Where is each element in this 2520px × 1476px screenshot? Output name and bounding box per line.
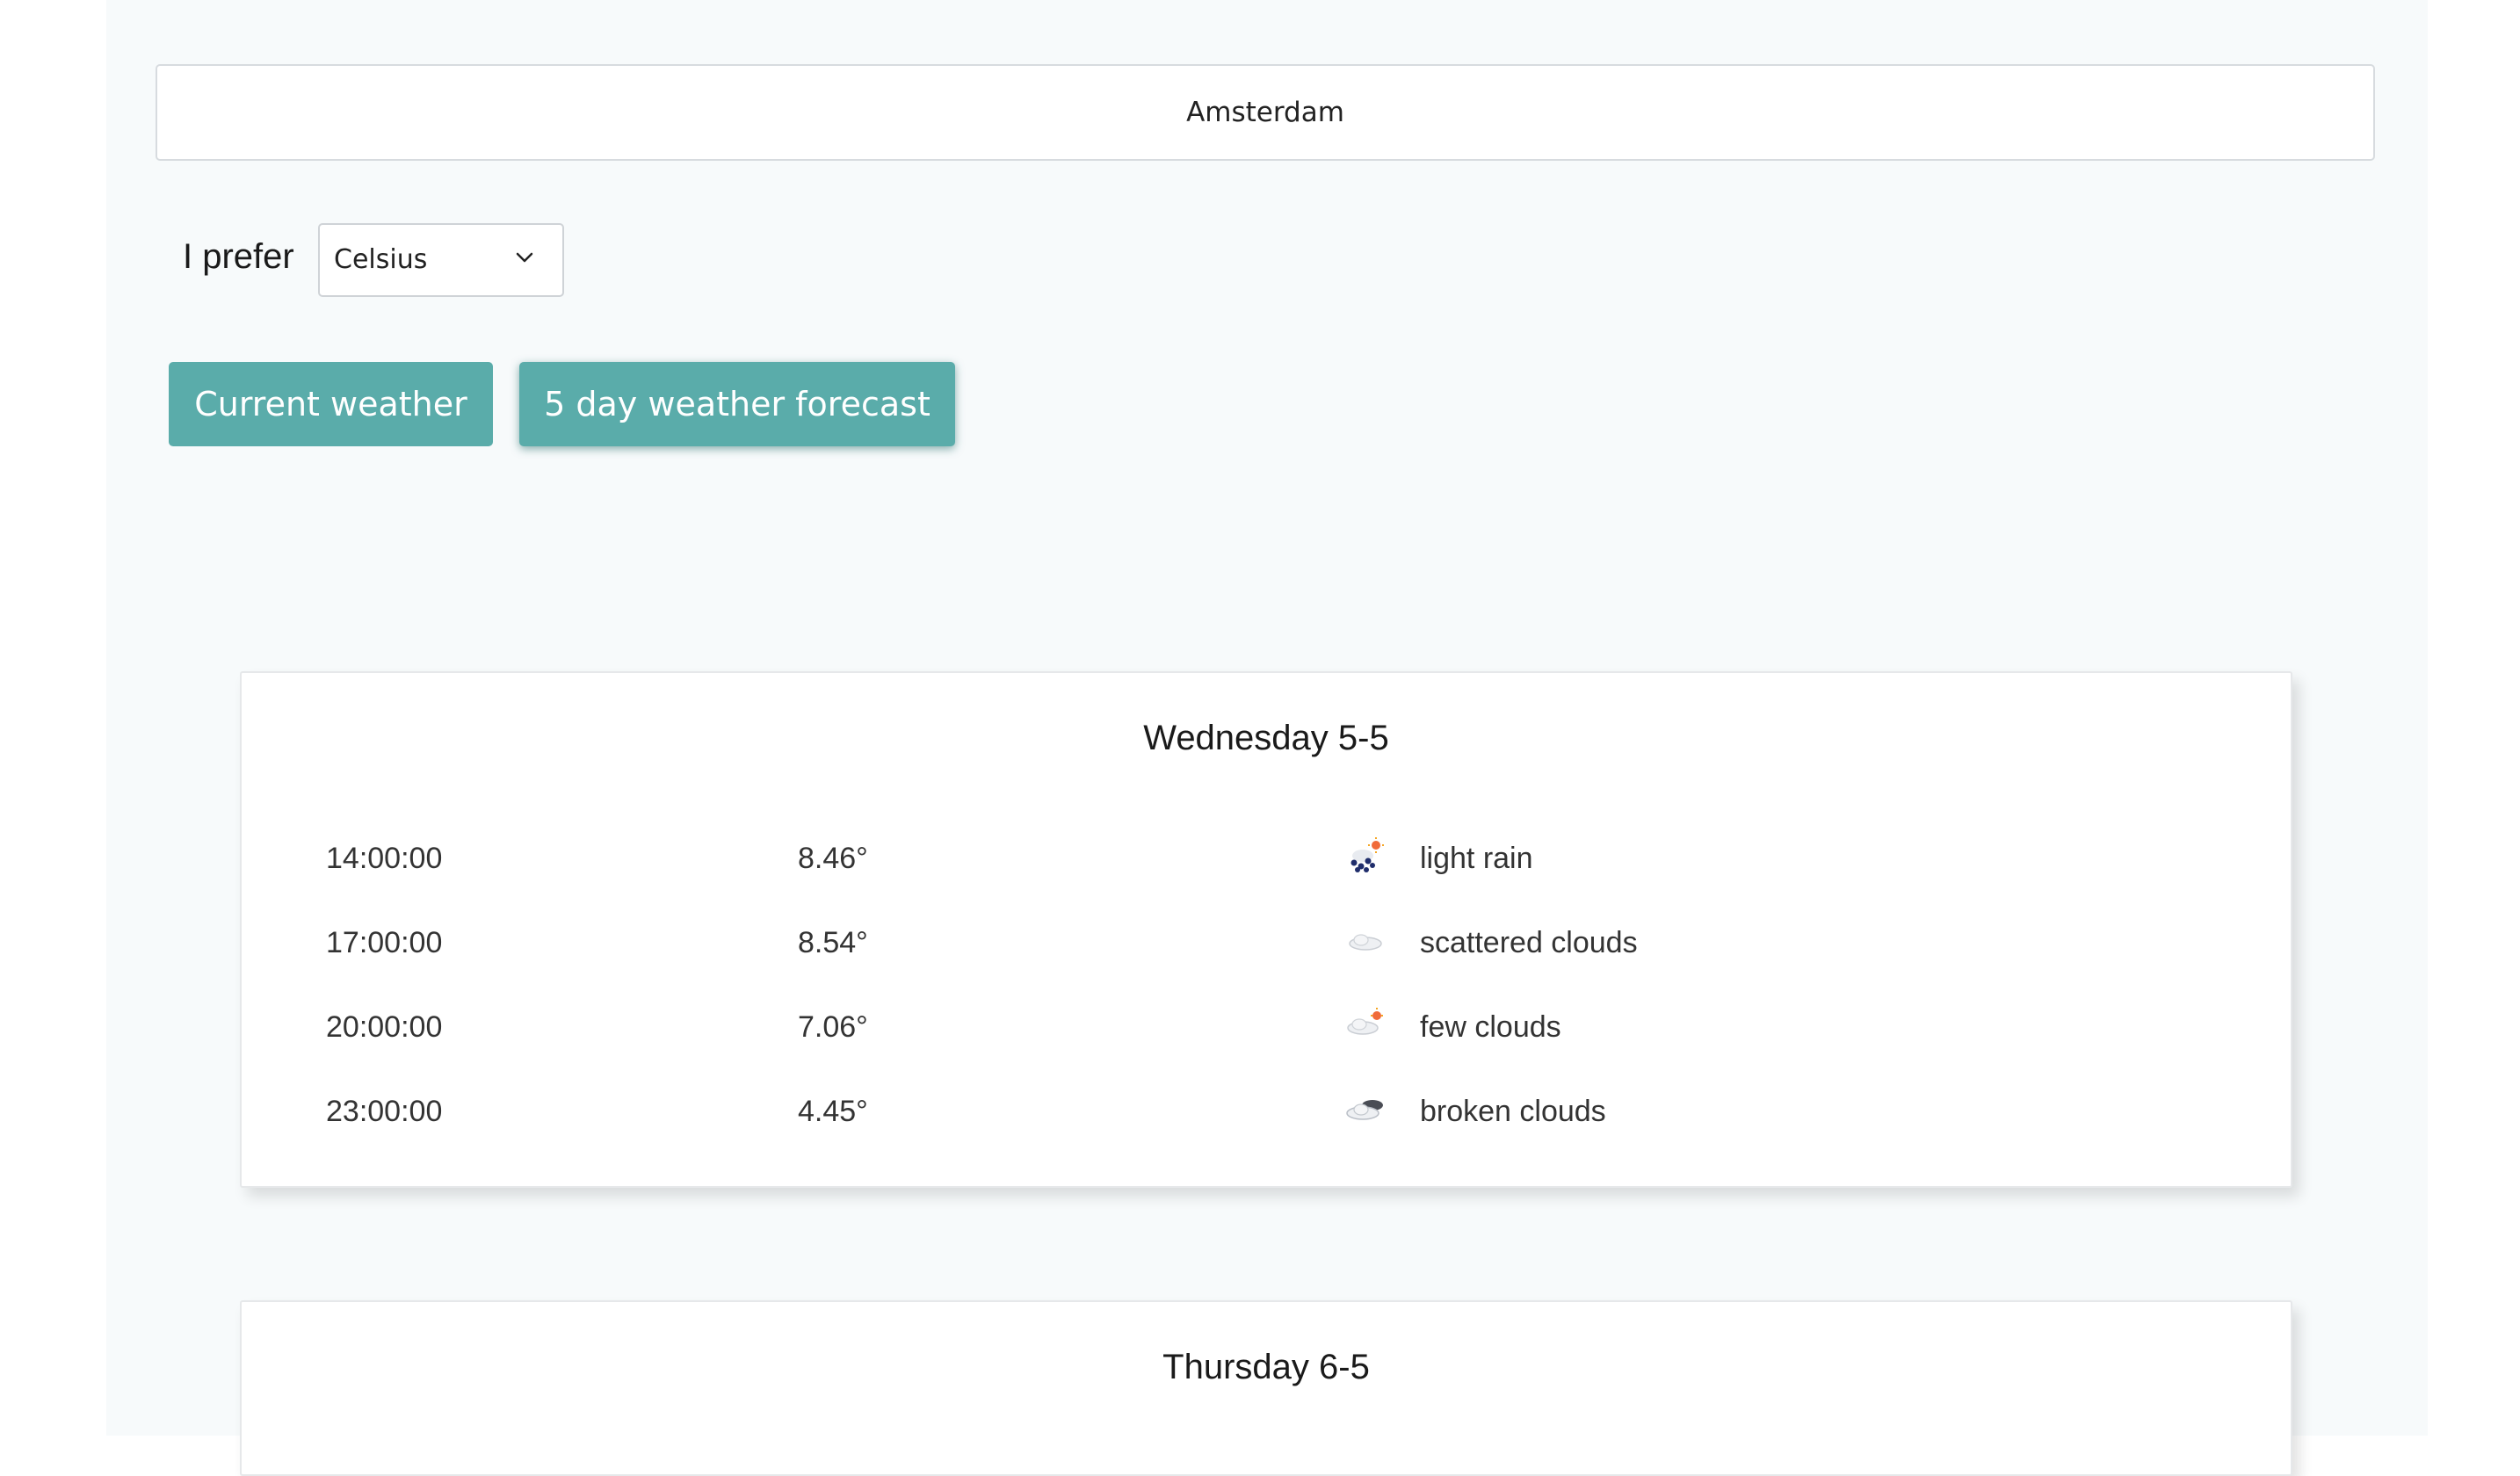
- light-rain-icon: [1351, 837, 1384, 872]
- unit-select-value: Celsius: [334, 244, 428, 275]
- forecast-temp: 8.46°: [798, 842, 868, 875]
- forecast-row: 17:00:00 8.54° scattered clouds: [242, 915, 2291, 968]
- city-search-input[interactable]: Amsterdam: [156, 64, 2375, 161]
- unit-preference-label: I prefer: [183, 237, 294, 276]
- day-card: Wednesday 5-5 14:00:00 8.46° light rain: [240, 671, 2292, 1188]
- current-weather-button[interactable]: Current weather: [169, 362, 493, 446]
- day-title: Wednesday 5-5: [1143, 719, 1389, 757]
- unit-select[interactable]: Celsius: [318, 223, 564, 297]
- forecast-desc: few clouds: [1420, 1010, 1561, 1044]
- forecast-desc: scattered clouds: [1420, 926, 1638, 959]
- forecast-temp: 7.06°: [798, 1010, 868, 1044]
- weather-app: Amsterdam I prefer Celsius Current weath…: [106, 0, 2428, 1476]
- forecast-time: 23:00:00: [326, 1095, 443, 1128]
- day-card: Thursday 6-5: [240, 1300, 2292, 1476]
- forecast-button[interactable]: 5 day weather forecast: [519, 362, 955, 446]
- day-title: Thursday 6-5: [1162, 1348, 1370, 1386]
- forecast-temp: 4.45°: [798, 1095, 868, 1128]
- forecast-row: 20:00:00 7.06° few clouds: [242, 1000, 2291, 1053]
- forecast-row: 23:00:00 4.45° broken clouds: [242, 1084, 2291, 1137]
- forecast-temp: 8.54°: [798, 926, 868, 959]
- broken-clouds-icon: [1346, 1100, 1383, 1120]
- forecast-desc: light rain: [1420, 842, 1533, 875]
- forecast-row: 14:00:00 8.46° light rain: [242, 831, 2291, 884]
- chevron-down-icon: [516, 252, 533, 263]
- forecast-desc: broken clouds: [1420, 1095, 1606, 1128]
- few-clouds-icon: [1347, 1008, 1383, 1035]
- forecast-time: 14:00:00: [326, 842, 443, 875]
- forecast-time: 20:00:00: [326, 1010, 443, 1044]
- scattered-clouds-icon: [1349, 934, 1382, 951]
- forecast-time: 17:00:00: [326, 926, 443, 959]
